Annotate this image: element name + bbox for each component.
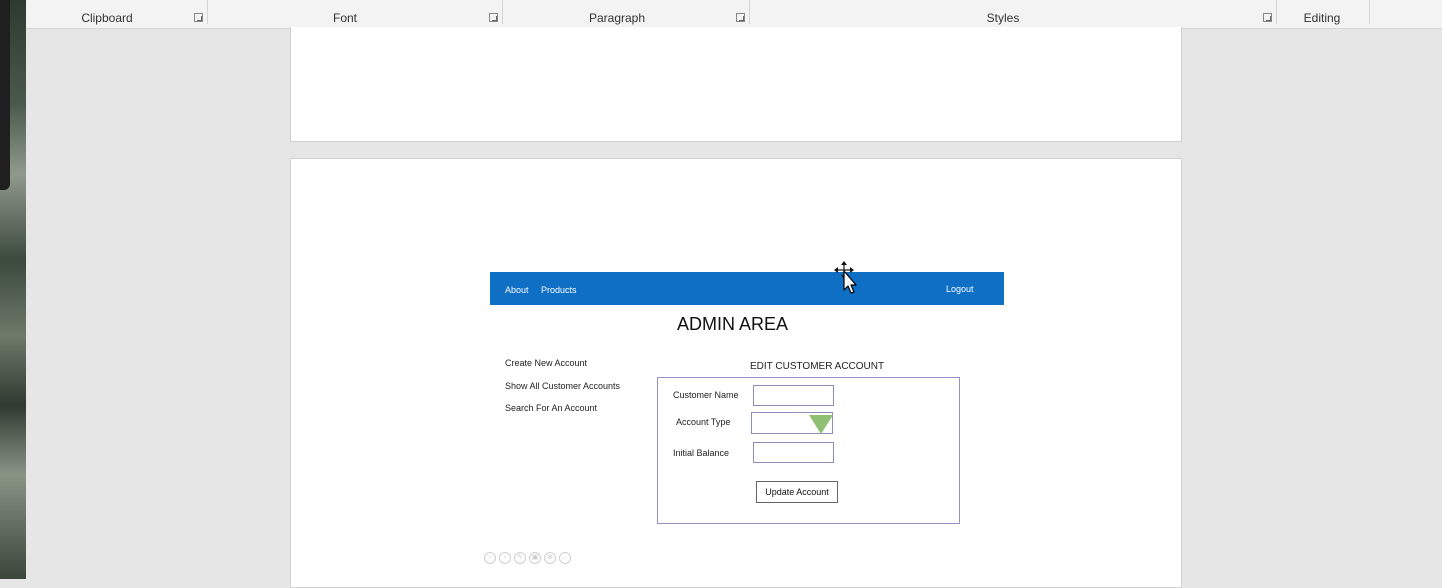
ribbon-group-font: Font [332, 11, 358, 25]
ribbon-group-clipboard: Clipboard [81, 11, 133, 25]
move-cursor-icon [834, 261, 857, 294]
ribbon-separator [207, 0, 208, 24]
next-icon[interactable]: › [499, 552, 511, 564]
initial-balance-label: Initial Balance [673, 448, 730, 458]
picture-mini-toolbar: ‹ › ✎ ▣ ⊕ … [484, 552, 571, 564]
mockup-navbar: About Products Logout [490, 272, 1004, 305]
ribbon-group-styles: Styles [986, 11, 1020, 25]
ribbon-group-paragraph: Paragraph [588, 11, 646, 25]
ribbon-separator [1276, 0, 1277, 24]
account-type-label: Account Type [676, 417, 731, 427]
nav-link-products: Products [541, 285, 577, 295]
nav-link-logout: Logout [946, 284, 974, 294]
edit-account-title: EDIT CUSTOMER ACCOUNT [750, 361, 885, 372]
desktop-side-panel [0, 0, 10, 190]
styles-launcher-icon[interactable] [1263, 13, 1272, 22]
document-page-previous[interactable] [290, 27, 1182, 142]
copy-icon[interactable]: ▣ [529, 552, 541, 564]
nav-link-about: About [505, 285, 529, 295]
paragraph-launcher-icon[interactable] [736, 13, 745, 22]
ribbon-group-labels: Clipboard Font Paragraph Styles Editing [26, 0, 1442, 29]
clipboard-launcher-icon[interactable] [194, 13, 203, 22]
initial-balance-field [753, 442, 834, 463]
more-icon[interactable]: … [559, 552, 571, 564]
side-link-search-account: Search For An Account [505, 403, 598, 413]
side-link-show-accounts: Show All Customer Accounts [505, 381, 621, 391]
side-link-create-account: Create New Account [505, 358, 588, 368]
previous-icon[interactable]: ‹ [484, 552, 496, 564]
zoom-icon[interactable]: ⊕ [544, 552, 556, 564]
edit-icon[interactable]: ✎ [514, 552, 526, 564]
ribbon-separator [1369, 0, 1370, 24]
ribbon-separator [749, 0, 750, 24]
ribbon-group-editing: Editing [1303, 11, 1341, 25]
customer-name-field [753, 385, 834, 406]
account-type-dropdown [751, 412, 833, 434]
customer-name-label: Customer Name [673, 390, 739, 400]
admin-area-title: ADMIN AREA [677, 314, 789, 334]
font-launcher-icon[interactable] [489, 13, 498, 22]
update-account-button: Update Account [756, 481, 838, 503]
dropdown-arrow-icon [809, 415, 833, 434]
ribbon-separator [502, 0, 503, 24]
